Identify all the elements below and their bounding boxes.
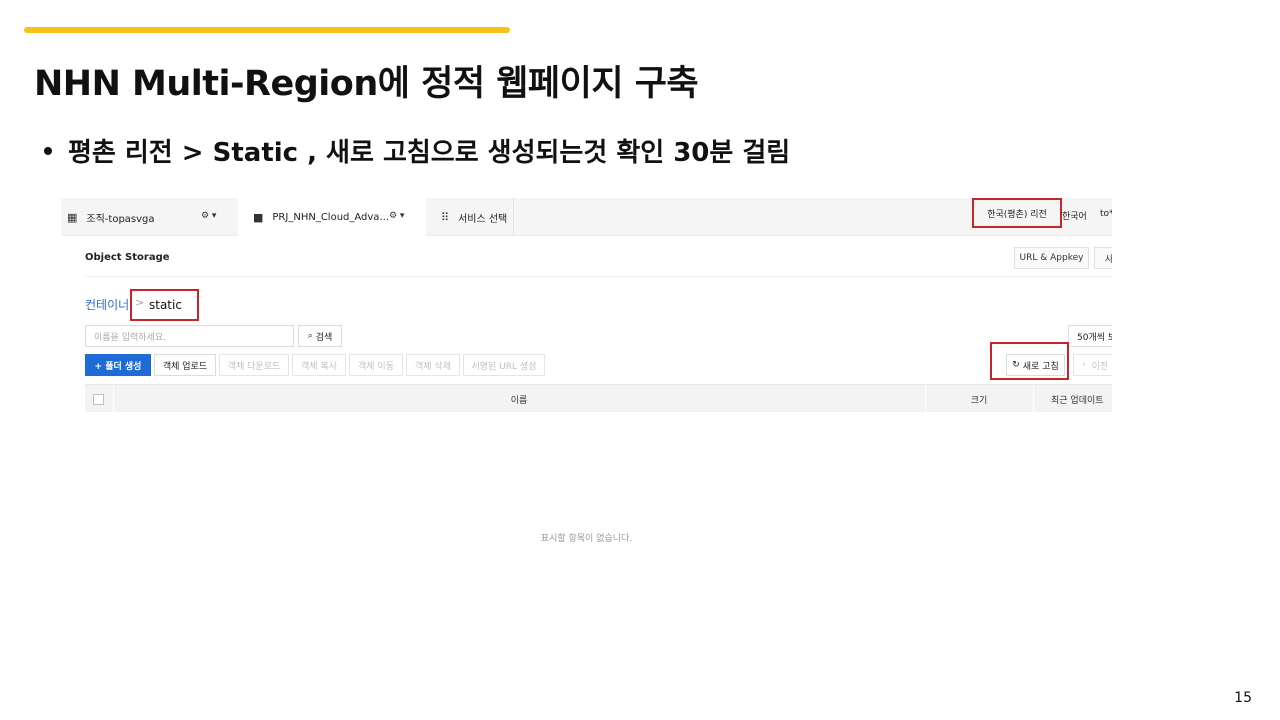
refresh-button[interactable]: ↻ 새로 고침: [1006, 354, 1065, 376]
empty-table-message: 표시할 항목이 없습니다.: [540, 534, 633, 544]
service-selector[interactable]: ⠿ 서비스 선택: [426, 198, 514, 236]
service-select-label: 서비스 선택: [458, 213, 508, 225]
org-selector[interactable]: ▦ 조직-topasvga ⚙ ▾: [61, 198, 238, 236]
search-button[interactable]: ⌕ 검색: [298, 325, 342, 347]
header-divider: [85, 276, 1112, 277]
column-header-size[interactable]: 크기: [925, 385, 1033, 413]
move-object-button[interactable]: 객체 이동: [349, 354, 403, 376]
grid-icon: ⠿: [441, 210, 450, 224]
create-folder-button[interactable]: + 폴더 생성: [85, 354, 151, 376]
upload-object-button[interactable]: 객체 업로드: [154, 354, 216, 376]
signed-url-button[interactable]: 서명된 URL 생성: [463, 354, 545, 376]
column-header-updated[interactable]: 최근 업데이트: [1051, 385, 1112, 413]
user-menu[interactable]: to*: [1100, 209, 1112, 219]
copy-object-button[interactable]: 객체 복사: [292, 354, 346, 376]
console-topbar: ▦ 조직-topasvga ⚙ ▾ ■ PRJ_NHN_Cloud_Adva..…: [61, 198, 1112, 236]
download-object-button[interactable]: 객체 다운로드: [219, 354, 289, 376]
bullet-text: 평촌 리전 > Static , 새로 고침으로 생성되는것 확인 30분 걸림: [68, 138, 791, 168]
column-divider: [1033, 385, 1034, 413]
console-screenshot: ▦ 조직-topasvga ⚙ ▾ ■ PRJ_NHN_Cloud_Adva..…: [61, 198, 1112, 568]
language-selector[interactable]: 한국어: [1062, 209, 1087, 222]
breadcrumb-current-label: static: [149, 298, 182, 312]
table-header: 이름 크기 최근 업데이트: [85, 384, 1112, 413]
column-header-name[interactable]: 이름: [113, 385, 925, 413]
search-icon: ⌕: [307, 331, 313, 341]
breadcrumb-current-container: static: [130, 289, 199, 321]
region-selector[interactable]: 한국(평촌) 리전: [972, 198, 1062, 228]
gear-icon[interactable]: ⚙ ▾: [201, 211, 216, 221]
chevron-left-icon: ‹: [1082, 360, 1086, 370]
refresh-icon: ↻: [1012, 360, 1020, 370]
delete-object-button[interactable]: 객체 삭제: [406, 354, 460, 376]
breadcrumb-containers-link[interactable]: 컨테이너: [85, 296, 129, 313]
page-size-select[interactable]: 50개씩 보: [1068, 325, 1112, 347]
slide-title: NHN Multi-Region에 정적 웹페이지 구축: [34, 64, 699, 104]
project-gear-icon[interactable]: ⚙ ▾: [389, 211, 404, 221]
folder-icon: ■: [253, 210, 264, 224]
title-accent-bar: [24, 27, 510, 33]
prev-button-label: 이전: [1091, 361, 1109, 372]
project-label: PRJ_NHN_Cloud_Adva...: [272, 211, 389, 223]
bullet-point: 평촌 리전 > Static , 새로 고침으로 생성되는것 확인 30분 걸림: [44, 132, 790, 169]
building-icon: ▦: [67, 210, 78, 224]
select-all-checkbox[interactable]: [93, 394, 104, 405]
url-appkey-button[interactable]: URL & Appkey: [1014, 247, 1089, 269]
org-label: 조직-topasvga: [86, 213, 155, 225]
service-title: Object Storage: [85, 252, 170, 263]
search-input[interactable]: 이름을 입력하세요.: [85, 325, 294, 347]
usage-button[interactable]: 사: [1094, 247, 1112, 269]
page-number: 15: [1234, 690, 1252, 706]
project-selector[interactable]: ■ PRJ_NHN_Cloud_Adva... ⚙ ▾: [238, 198, 426, 236]
bullet-dot-icon: [44, 146, 52, 155]
prev-page-button[interactable]: ‹ 이전: [1073, 354, 1112, 376]
refresh-button-label: 새로 고침: [1022, 361, 1059, 372]
search-button-label: 검색: [315, 332, 333, 343]
